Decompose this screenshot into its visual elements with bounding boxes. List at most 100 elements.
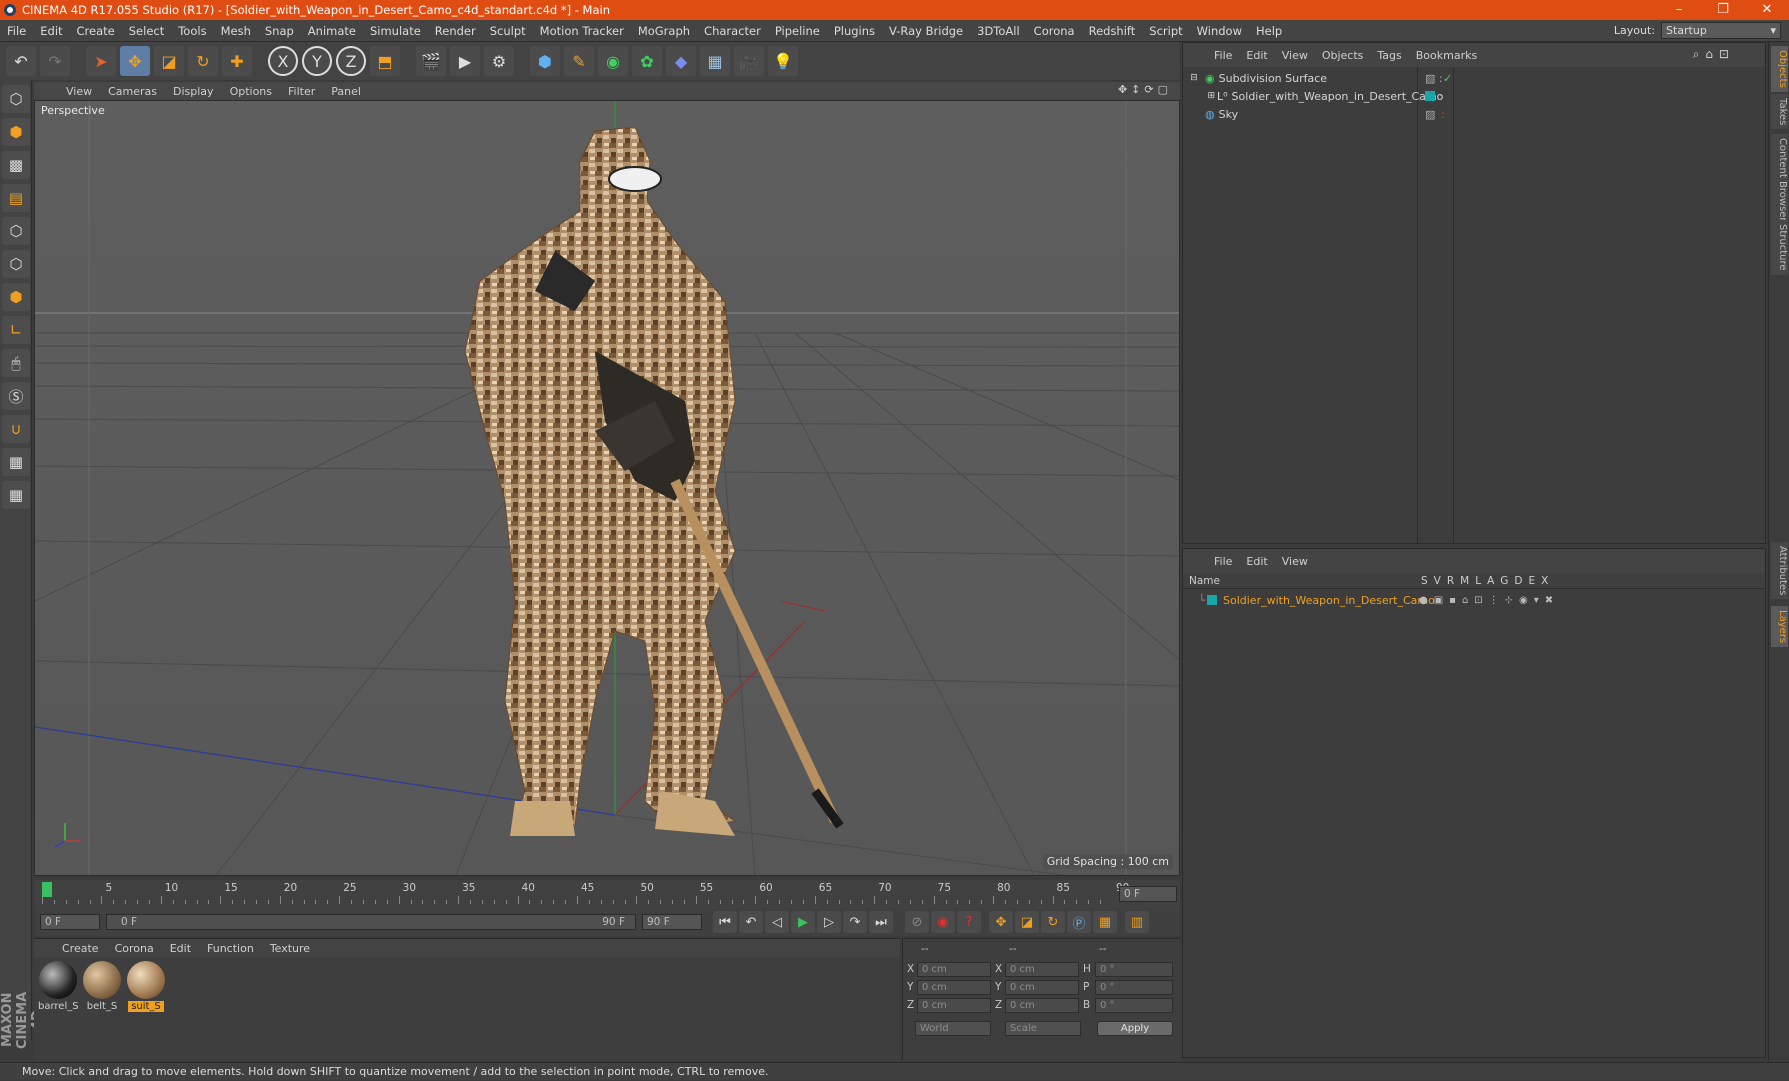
tab-content-browser[interactable]: Content Browser <box>1771 134 1788 226</box>
object-menu-bookmarks[interactable]: Bookmarks <box>1409 49 1484 62</box>
layer-color-swatch[interactable] <box>1207 595 1217 605</box>
object-menu-tags[interactable]: Tags <box>1370 49 1408 62</box>
expand-icon[interactable]: ⊞ <box>1183 91 1217 101</box>
make-editable-icon[interactable]: ⬡ <box>2 85 30 113</box>
workplane-icon[interactable]: ▦ <box>2 481 30 509</box>
menu-redshift[interactable]: Redshift <box>1082 24 1143 38</box>
layer-col-e[interactable]: E <box>1529 575 1536 587</box>
tab-objects[interactable]: Objects <box>1771 46 1788 92</box>
layer-col-d[interactable]: D <box>1514 575 1522 587</box>
menu-3dtoall[interactable]: 3DToAll <box>970 24 1027 38</box>
viewport-menu-view[interactable]: View <box>58 85 100 98</box>
layer-col-a[interactable]: A <box>1487 575 1494 587</box>
light-icon[interactable]: 💡 <box>768 46 798 76</box>
spline-pen-icon[interactable]: ✎ <box>564 46 594 76</box>
maximize-button[interactable]: ❐ <box>1701 0 1745 20</box>
object-menu-objects[interactable]: Objects <box>1315 49 1371 62</box>
current-frame-field[interactable]: 0 F <box>1119 886 1177 902</box>
timeline[interactable]: 051015202530354045505560657075808590 0 F <box>34 880 1180 908</box>
object-manager-search-icons[interactable]: ⌕⌂⊡ <box>1693 47 1735 62</box>
z-axis-icon[interactable]: Z <box>336 46 366 76</box>
tab-structure[interactable]: Structure <box>1771 220 1788 275</box>
start-frame-field[interactable]: 0 F <box>40 914 100 930</box>
rotation-p-field[interactable]: 0 ° <box>1095 980 1173 995</box>
points-mode-icon[interactable]: ⬡ <box>2 217 30 245</box>
mograph-cloner-icon[interactable]: ✿ <box>632 46 662 76</box>
material-swatch[interactable]: belt_S <box>82 961 122 1012</box>
y-axis-icon[interactable]: Y <box>302 46 332 76</box>
timeline-window-icon[interactable]: ▥ <box>1125 911 1149 933</box>
next-frame-icon[interactable]: ▷ <box>817 911 841 933</box>
tab-attributes[interactable]: Attributes <box>1771 542 1788 600</box>
size-x-field[interactable]: 0 cm <box>1005 962 1079 977</box>
go-to-end-icon[interactable]: ⏭ <box>869 911 893 933</box>
layer-col-x[interactable]: X <box>1541 575 1548 587</box>
move-icon[interactable]: ✥ <box>120 46 150 76</box>
render-view-icon[interactable]: 🎬 <box>416 46 446 76</box>
tab-takes[interactable]: Takes <box>1771 94 1788 130</box>
cube-primitive-icon[interactable]: ⬢ <box>530 46 560 76</box>
tweak-mode-icon[interactable]: 🖱 <box>2 349 30 377</box>
playhead[interactable] <box>42 882 52 897</box>
minimize-button[interactable]: – <box>1657 0 1701 20</box>
menu-corona[interactable]: Corona <box>1027 24 1082 38</box>
apply-button[interactable]: Apply <box>1097 1021 1173 1036</box>
menu-edit[interactable]: Edit <box>33 24 69 38</box>
menu-create[interactable]: Create <box>70 24 122 38</box>
rotate-icon[interactable]: ↻ <box>188 46 218 76</box>
material-menu-function[interactable]: Function <box>199 942 262 955</box>
layer-col-v[interactable]: V <box>1434 575 1441 587</box>
record-keys-icon[interactable]: ⊘ <box>905 911 929 933</box>
viewport-menu-display[interactable]: Display <box>165 85 222 98</box>
workplane-mode-icon[interactable]: ▤ <box>2 184 30 212</box>
material-menu-texture[interactable]: Texture <box>262 942 318 955</box>
coordinate-mode-dropdown[interactable]: World <box>915 1021 991 1036</box>
layer-menu-edit[interactable]: Edit <box>1239 555 1274 568</box>
viewport-menu-panel[interactable]: Panel <box>323 85 369 98</box>
go-to-start-icon[interactable]: ⏮ <box>713 911 737 933</box>
autokey-icon[interactable]: ◉ <box>931 911 955 933</box>
visibility-dots[interactable]: ▨ <box>1425 108 1435 121</box>
perspective-viewport[interactable]: Perspective Grid Spacing : 100 cm <box>34 100 1180 876</box>
collapse-icon[interactable]: ⊟ <box>1183 73 1205 83</box>
menu-plugins[interactable]: Plugins <box>827 24 882 38</box>
menu-animate[interactable]: Animate <box>301 24 363 38</box>
menu-mograph[interactable]: MoGraph <box>631 24 697 38</box>
object-menu-edit[interactable]: Edit <box>1239 49 1274 62</box>
deformer-icon[interactable]: ◆ <box>666 46 696 76</box>
model-mode-icon[interactable]: ⬢ <box>2 118 30 146</box>
key-rotation-icon[interactable]: ↻ <box>1041 911 1065 933</box>
layer-col-m[interactable]: M <box>1460 575 1469 587</box>
viewport-menu-cameras[interactable]: Cameras <box>100 85 165 98</box>
frame-range-slider[interactable]: 0 F 90 F <box>106 914 636 930</box>
workplane-lock-icon[interactable]: ▦ <box>2 448 30 476</box>
coordinate-system-icon[interactable]: ⬒ <box>370 46 400 76</box>
menu-window[interactable]: Window <box>1190 24 1249 38</box>
polygons-mode-icon[interactable]: ⬢ <box>2 283 30 311</box>
object-menu-view[interactable]: View <box>1275 49 1315 62</box>
key-position-icon[interactable]: ✥ <box>989 911 1013 933</box>
menu-render[interactable]: Render <box>428 24 483 38</box>
layout-dropdown[interactable]: Startup <box>1661 22 1781 39</box>
viewport-navigation-icons[interactable]: ✥↕⟳▢ <box>1118 83 1172 96</box>
previous-frame-icon[interactable]: ◁ <box>765 911 789 933</box>
snap-icon[interactable]: Ⓢ <box>2 382 30 410</box>
layer-toggle-icons[interactable]: ●▣▪⌂⊡⋮⊹◉▾✖ <box>1419 595 1559 606</box>
menu-sculpt[interactable]: Sculpt <box>483 24 533 38</box>
select-arrow-icon[interactable]: ➤ <box>86 46 116 76</box>
play-icon[interactable]: ▶ <box>791 911 815 933</box>
visibility-dots[interactable]: ▨ : <box>1425 72 1443 85</box>
object-row[interactable]: ⊞ L⁰ Soldier_with_Weapon_in_Desert_Camo … <box>1183 87 1765 105</box>
material-menu-edit[interactable]: Edit <box>162 942 199 955</box>
object-row[interactable]: ⊟ ◉ Subdivision Surface ▨ : ✓ <box>1183 69 1765 87</box>
size-z-field[interactable]: 0 cm <box>1005 998 1079 1013</box>
menu-vray-bridge[interactable]: V-Ray Bridge <box>882 24 970 38</box>
menu-tools[interactable]: Tools <box>171 24 213 38</box>
key-scale-icon[interactable]: ◪ <box>1015 911 1039 933</box>
timeline-ruler[interactable]: 051015202530354045505560657075808590 <box>42 882 1129 906</box>
menu-select[interactable]: Select <box>122 24 171 38</box>
menu-simulate[interactable]: Simulate <box>363 24 428 38</box>
viewport-menu-filter[interactable]: Filter <box>280 85 323 98</box>
layer-menu-file[interactable]: File <box>1207 555 1239 568</box>
layer-col-g[interactable]: G <box>1500 575 1508 587</box>
